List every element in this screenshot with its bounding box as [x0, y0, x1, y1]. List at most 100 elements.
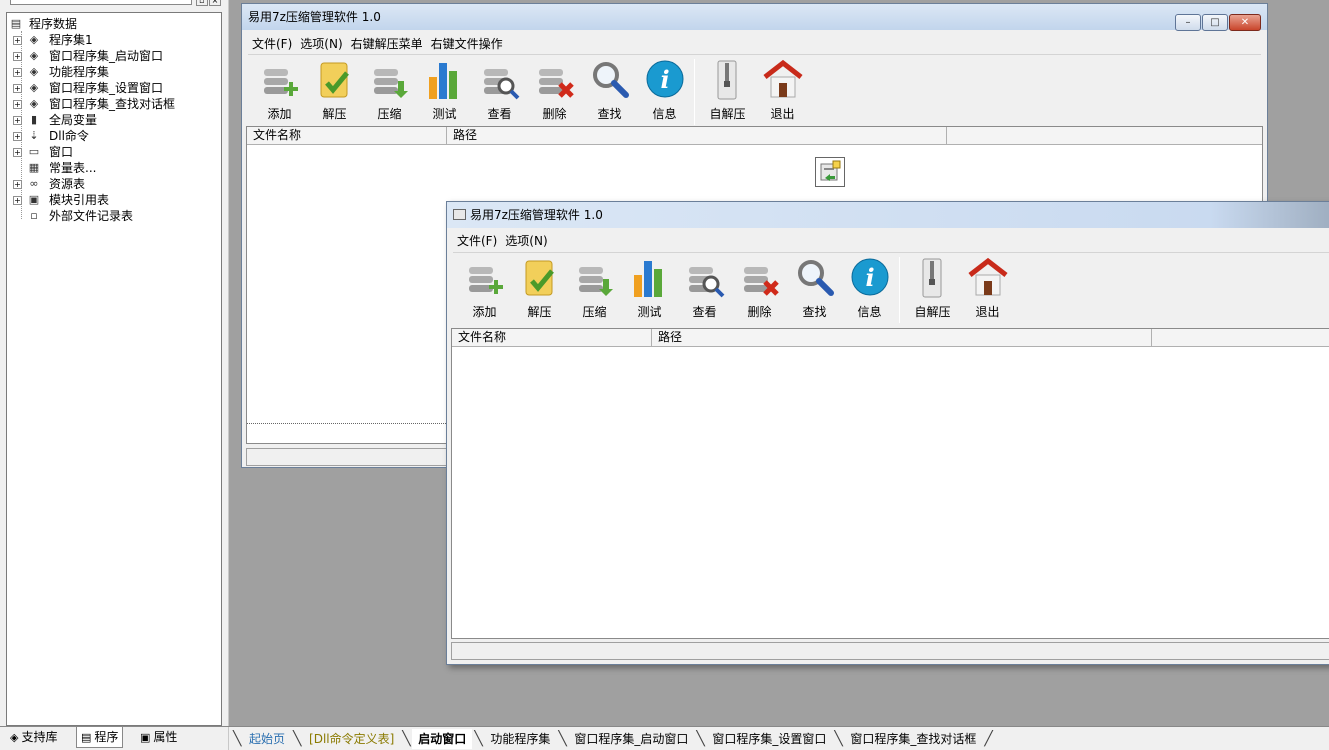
toolbar-button-compress[interactable]: 压缩 — [362, 55, 417, 130]
tree-item-label: 模块引用表 — [49, 193, 110, 207]
menu-item[interactable]: 文件(F) — [453, 231, 501, 251]
panel-top-field[interactable] — [10, 0, 192, 5]
toolbar-button-label: 压缩 — [377, 107, 402, 121]
window-icon: ▭ — [28, 145, 40, 158]
toolbar-button-label: 解压 — [322, 107, 347, 121]
project-tree[interactable]: ▤ 程序数据 + ◈ 程序集1 + ◈ 窗口程序集_启动窗口 + ◈ 功能程序集 + ◈ 窗口程序集_设置… — [6, 12, 222, 726]
toolbar-separator — [694, 59, 695, 125]
sfx-icon — [913, 257, 953, 299]
toolbar-button-exit[interactable]: 退出 — [755, 55, 810, 130]
panel-tab[interactable]: ◈ 支持库 — [6, 727, 61, 748]
front-file-list[interactable]: 文件名称 路径 — [451, 328, 1329, 639]
tree-expander-icon[interactable]: + — [13, 132, 22, 141]
toolbar-button-sfx[interactable]: 自解压 — [700, 55, 755, 130]
toolbar-button-delete[interactable]: 删除 — [527, 55, 582, 130]
dll-icon: ⇣ — [29, 129, 39, 142]
toolbar-button-label: 查找 — [802, 305, 827, 319]
toolbar-button-add[interactable]: 添加 — [457, 253, 512, 328]
compress-icon — [370, 59, 410, 101]
tree-expander-icon[interactable]: + — [13, 52, 22, 61]
front-menubar: 文件(F) 选项(N) — [453, 231, 1329, 251]
tree-expander-icon[interactable]: + — [13, 148, 22, 157]
tab-divider: ╲ — [233, 731, 242, 747]
toolbar-button-view[interactable]: 查看 — [677, 253, 732, 328]
menu-item[interactable]: 选项(N) — [296, 34, 346, 54]
tab-divider: ╲ — [402, 731, 411, 747]
document-tab[interactable]: 窗口程序集_设置窗口 — [706, 729, 832, 749]
tree-expander-icon[interactable]: + — [13, 84, 22, 93]
maximize-button[interactable]: □ — [1202, 14, 1228, 31]
menu-item[interactable]: 右键解压菜单 — [347, 34, 427, 54]
close-button[interactable]: ✕ — [1229, 14, 1261, 31]
document-tab[interactable]: 起始页 — [243, 729, 291, 749]
toolbar-button-label: 退出 — [770, 107, 795, 121]
panel-tab[interactable]: ▤ 程序 — [76, 727, 124, 748]
toolbar-button-find[interactable]: 查找 — [582, 55, 637, 130]
variable-icon: ▮ — [30, 113, 38, 126]
document-tab[interactable]: [Dll命令定义表] — [303, 729, 400, 749]
view-icon — [685, 257, 725, 299]
add-icon — [260, 59, 300, 101]
form-component-icon[interactable] — [815, 157, 845, 187]
toolbar-button-delete[interactable]: 删除 — [732, 253, 787, 328]
toolbar-button-extract[interactable]: 解压 — [307, 55, 362, 130]
toolbar-button-compress[interactable]: 压缩 — [567, 253, 622, 328]
toolbar-button-add[interactable]: 添加 — [252, 55, 307, 130]
document-tab[interactable]: 功能程序集 — [484, 729, 556, 749]
panel-tab-label: 属性 — [153, 730, 178, 744]
menu-item[interactable]: 右键文件操作 — [427, 34, 507, 54]
toolbar-button-extract[interactable]: 解压 — [512, 253, 567, 328]
toolbar-button-view[interactable]: 查看 — [472, 55, 527, 130]
back-menubar: 文件(F) 选项(N) 右键解压菜单 右键文件操作 — [248, 34, 1261, 54]
module-ref-icon: ▣ — [28, 193, 40, 206]
panel-tabs: ◈ 支持库 ▤ 程序 ▣ 属性 — [0, 726, 229, 750]
document-tab[interactable]: 窗口程序集_查找对话框 — [844, 729, 982, 749]
menu-item[interactable]: 选项(N) — [501, 231, 551, 251]
info-icon: i — [850, 257, 890, 299]
tree-expander-icon[interactable]: + — [13, 100, 22, 109]
toolbar-button-test[interactable]: 测试 — [622, 253, 677, 328]
view-icon — [480, 59, 520, 101]
column-path[interactable]: 路径 — [447, 127, 947, 145]
front-app-window[interactable]: 易用7z压缩管理软件 1.0 文件(F) 选项(N) 添加 解压 压缩 测试 查看 删除 查找… — [446, 201, 1329, 665]
module-icon: ◈ — [29, 49, 39, 62]
minimize-button[interactable]: – — [1175, 14, 1201, 31]
front-statusbar — [451, 642, 1329, 660]
back-window-titlebar[interactable]: 易用7z压缩管理软件 1.0 – □ ✕ — [242, 4, 1267, 31]
toolbar-button-test[interactable]: 测试 — [417, 55, 472, 130]
front-window-title: 易用7z压缩管理软件 1.0 — [470, 208, 603, 222]
panel-close-button[interactable]: × — [209, 0, 221, 6]
tree-expander-icon[interactable]: + — [13, 180, 22, 189]
resource-icon: ∞ — [29, 177, 39, 190]
tree-expander-icon[interactable]: + — [13, 36, 22, 45]
toolbar-button-exit[interactable]: 退出 — [960, 253, 1015, 328]
toolbar-button-label: 压缩 — [582, 305, 607, 319]
toolbar-button-find[interactable]: 查找 — [787, 253, 842, 328]
document-tab[interactable]: 窗口程序集_启动窗口 — [568, 729, 694, 749]
svg-text:i: i — [865, 263, 874, 292]
toolbar-button-info[interactable]: i 信息 — [637, 55, 692, 130]
toolbar-button-sfx[interactable]: 自解压 — [905, 253, 960, 328]
column-filename[interactable]: 文件名称 — [452, 329, 652, 347]
module-icon: ◈ — [29, 81, 39, 94]
app-window-icon — [453, 209, 466, 220]
tree-expander-icon[interactable]: + — [13, 68, 22, 77]
tree-expander-icon[interactable]: + — [13, 116, 22, 125]
menu-item[interactable]: 文件(F) — [248, 34, 296, 54]
test-icon — [425, 59, 465, 101]
toolbar-button-info[interactable]: i 信息 — [842, 253, 897, 328]
toolbar-button-label: 添加 — [472, 305, 497, 319]
tree-expander-icon[interactable]: + — [13, 196, 22, 205]
document-tab[interactable]: 启动窗口 — [412, 729, 473, 749]
panel-restore-button[interactable]: ▫ — [196, 0, 208, 6]
panel-tab[interactable]: ▣ 属性 — [136, 727, 181, 748]
toolbar-separator — [899, 257, 900, 323]
column-path[interactable]: 路径 — [652, 329, 1152, 347]
constant-icon: ▦ — [28, 161, 40, 174]
svg-text:i: i — [660, 65, 669, 94]
file-record-icon: ▫ — [30, 209, 38, 222]
tab-divider: ╲ — [293, 731, 302, 747]
tree-item-label: 外部文件记录表 — [49, 209, 134, 223]
column-filename[interactable]: 文件名称 — [247, 127, 447, 145]
front-window-titlebar[interactable]: 易用7z压缩管理软件 1.0 — [447, 202, 1329, 228]
